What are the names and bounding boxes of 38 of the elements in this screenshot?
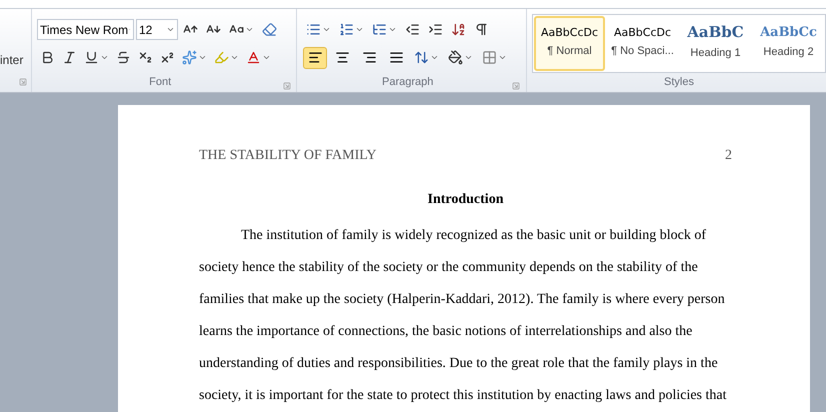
group-label: Font [149, 74, 172, 90]
border-grid-icon [482, 50, 498, 66]
multilevel-list-icon [372, 22, 388, 38]
align-button[interactable] [303, 46, 328, 69]
font-color-icon [246, 50, 261, 66]
font-name-field[interactable]: Times New Rom [36, 19, 134, 40]
eraser-icon [262, 22, 277, 38]
indent-increase-icon [428, 22, 444, 38]
indent-decrease-icon [405, 22, 420, 38]
align-icon [388, 50, 404, 66]
paint-bucket-icon [448, 50, 464, 66]
italic-icon [62, 50, 77, 66]
sparkle-icon [182, 50, 197, 66]
align-icon [334, 50, 350, 66]
line-spacing-icon [414, 50, 430, 66]
align-icon [362, 50, 377, 66]
sort-icon [451, 22, 466, 38]
subscript-icon [138, 50, 153, 66]
section-heading: Introduction [428, 192, 504, 207]
style-item[interactable]: AaBbC Heading 1 [680, 16, 751, 71]
body-paragraph: The institution of family is widely recognized as the basic unit or building block of society hence the stability of the society or the community depends on the stability of the families that make up the society (Halperin-Kaddari, 2012). The family is where every person learns the importance of connections, the basic notions of interrelationships and also the understanding of duties and responsibilities. Due to the great role that the family plays in the society, it is important for the state to protect this institution by enacting laws and policies that [199, 227, 728, 405]
underline-icon [84, 50, 99, 66]
numbered-list-icon [339, 22, 354, 38]
strikethrough-icon [116, 50, 131, 66]
page-number: 2 [725, 147, 732, 165]
running-head: THE STABILITY OF FAMILY [199, 147, 377, 165]
group-label: Styles [664, 74, 694, 90]
align-icon [308, 50, 323, 66]
superscript-icon [160, 50, 175, 66]
group-label: Paragraph [382, 74, 434, 90]
highlighter-icon [214, 50, 229, 66]
style-item[interactable]: AaBbCc Heading 2 [753, 16, 824, 71]
font-size-field[interactable]: 12 [136, 19, 178, 40]
pilcrow-icon [474, 22, 490, 38]
style-item[interactable]: AaBbCcDc ¶ No Spaci... [607, 16, 678, 71]
clipboard-label: inter [0, 52, 24, 69]
style-item[interactable]: AaBbCcDc ¶ Normal [534, 16, 605, 71]
bullet-list-icon [306, 22, 322, 38]
